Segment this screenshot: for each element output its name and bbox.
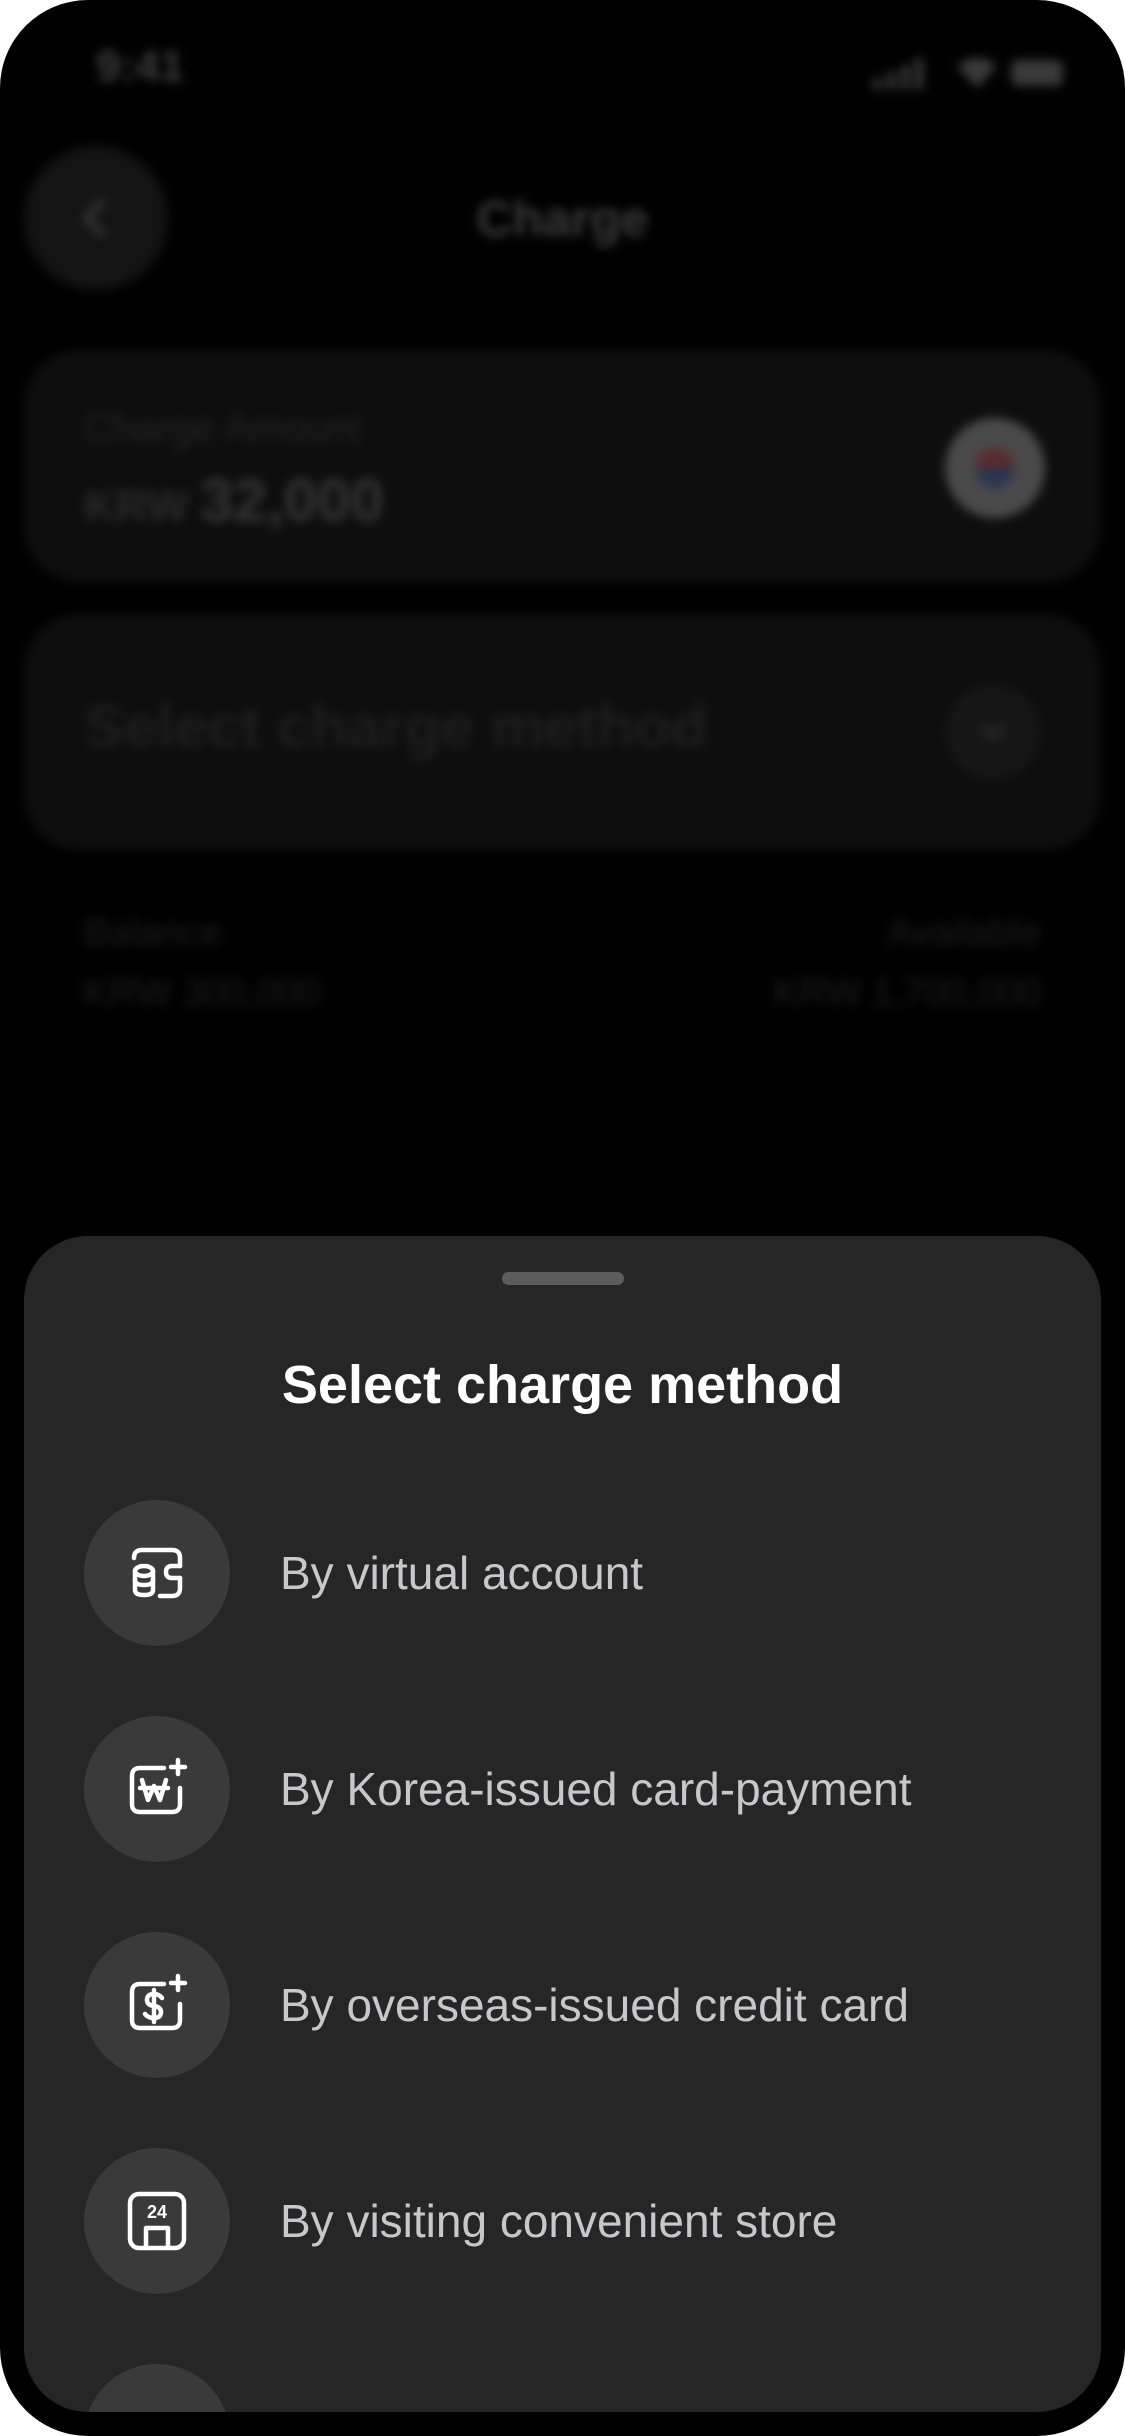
charge-amount-value: 32,000 [200,467,384,534]
chevron-down-icon [981,725,1005,740]
convenience-store-icon: 24 [84,2148,230,2294]
signal-icon [873,58,923,90]
status-time: 9:41 [96,42,185,91]
option-overseas-card[interactable]: By overseas-issued credit card [84,1932,1064,2078]
option-korea-card[interactable]: By Korea-issued card-payment [84,1716,1064,1862]
status-icons [873,58,1063,90]
battery-icon [1011,60,1063,86]
option-convenience-store[interactable]: 24 By visiting convenient store [84,2148,1064,2294]
virtual-account-icon [84,1500,230,1646]
balance-value: KRW 300,000 [84,972,320,1014]
phone-frame: 9:41 Charge Charge Amount KRW 32,000 Sel… [0,0,1125,2436]
charge-method-sheet: Select charge method By virtual account [24,1236,1101,2412]
available-label: Available [887,912,1041,954]
option-icon-partial [84,2364,230,2412]
charge-method-placeholder: Select charge method [84,693,708,760]
page-title: Charge [476,191,649,247]
won-card-icon [84,1716,230,1862]
option-virtual-account[interactable]: By virtual account [84,1500,1064,1646]
charge-amount-label: Charge Amount [84,406,362,450]
balance-label: Balance [84,912,222,954]
svg-text:24: 24 [147,2202,167,2222]
sheet-grabber[interactable] [502,1272,624,1285]
available-value: KRW 1,700,000 [773,972,1041,1014]
charge-amount-row: KRW 32,000 [84,466,384,535]
dollar-card-icon [84,1932,230,2078]
charge-amount-card[interactable]: Charge Amount KRW 32,000 [24,350,1101,582]
wifi-icon [957,58,997,88]
option-partial[interactable] [84,2364,1064,2412]
option-label: By virtual account [280,1547,644,1599]
charge-method-select[interactable]: Select charge method [24,614,1101,850]
background-screen: 9:41 Charge Charge Amount KRW 32,000 Sel… [0,0,1125,1300]
option-label: By visiting convenient store [280,2195,838,2247]
option-label: By Korea-issued card-payment [280,1763,912,1815]
sheet-title: Select charge method [281,1355,844,1415]
option-label: By overseas-issued credit card [280,1979,909,2031]
korea-flag-icon[interactable] [945,418,1045,518]
charge-currency: KRW [84,482,189,531]
dropdown-button[interactable] [945,684,1041,780]
